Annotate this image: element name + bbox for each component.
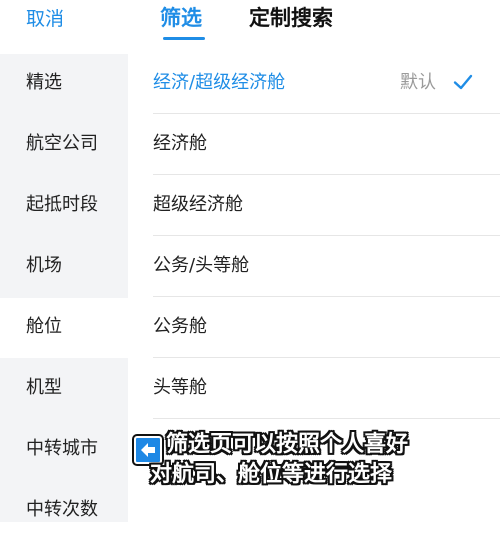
tab-filter[interactable]: 筛选 <box>160 4 202 32</box>
divider <box>153 357 500 358</box>
option-label: 超级经济舱 <box>153 194 243 215</box>
divider <box>153 296 500 297</box>
sidebar-item-label: 精选 <box>26 72 62 93</box>
sidebar-item-label: 航空公司 <box>26 133 98 154</box>
sidebar-item-label: 起抵时段 <box>26 194 98 215</box>
caption-line: 对航司、舱位等进行选择 <box>150 462 393 487</box>
option-label: 头等舱 <box>153 377 207 398</box>
check-icon <box>453 74 473 90</box>
cancel-button[interactable]: 取消 <box>26 6 64 32</box>
sidebar-item-label: 机型 <box>26 377 62 398</box>
option-economy-premium-economy[interactable]: 经济/超级经济舱 默认 <box>128 54 500 114</box>
option-business-first[interactable]: 公务/头等舱 <box>128 237 500 297</box>
option-business[interactable]: 公务舱 <box>128 298 500 358</box>
option-label: 经济舱 <box>153 133 207 154</box>
sidebar-item-featured[interactable]: 精选 <box>0 54 128 114</box>
caption-overlay: 筛选页可以按照个人喜好 对航司、舱位等进行选择 <box>132 430 497 520</box>
sidebar-item-cabin[interactable]: 舱位 <box>0 298 128 358</box>
sidebar-item-transfer-count[interactable]: 中转次数 <box>0 481 128 541</box>
option-economy[interactable]: 经济舱 <box>128 115 500 175</box>
option-label: 经济/超级经济舱 <box>153 72 286 93</box>
active-tab-indicator <box>163 37 205 40</box>
sidebar-item-aircraft-type[interactable]: 机型 <box>0 359 128 419</box>
top-bar: 取消 筛选 定制搜索 <box>0 0 500 50</box>
sidebar-item-label: 中转次数 <box>26 499 98 520</box>
caption-line: 筛选页可以按照个人喜好 <box>166 432 409 457</box>
sidebar-item-airport[interactable]: 机场 <box>0 237 128 297</box>
sidebar-item-transfer-city[interactable]: 中转城市 <box>0 420 128 480</box>
divider <box>153 174 500 175</box>
sidebar-item-time-range[interactable]: 起抵时段 <box>0 176 128 236</box>
option-label: 公务/头等舱 <box>153 255 250 276</box>
filter-category-sidebar: 精选 航空公司 起抵时段 机场 舱位 机型 中转城市 中转次数 <box>0 54 128 522</box>
sidebar-item-label: 舱位 <box>26 316 62 337</box>
sidebar-item-label: 中转城市 <box>26 438 98 459</box>
divider <box>153 418 500 419</box>
option-first[interactable]: 头等舱 <box>128 359 500 419</box>
tab-custom-search[interactable]: 定制搜索 <box>249 4 333 32</box>
option-premium-economy[interactable]: 超级经济舱 <box>128 176 500 236</box>
divider <box>153 113 500 114</box>
option-label: 公务舱 <box>153 316 207 337</box>
sidebar-item-airline[interactable]: 航空公司 <box>0 115 128 175</box>
default-tag: 默认 <box>400 72 436 93</box>
divider <box>153 235 500 236</box>
sidebar-item-label: 机场 <box>26 255 62 276</box>
